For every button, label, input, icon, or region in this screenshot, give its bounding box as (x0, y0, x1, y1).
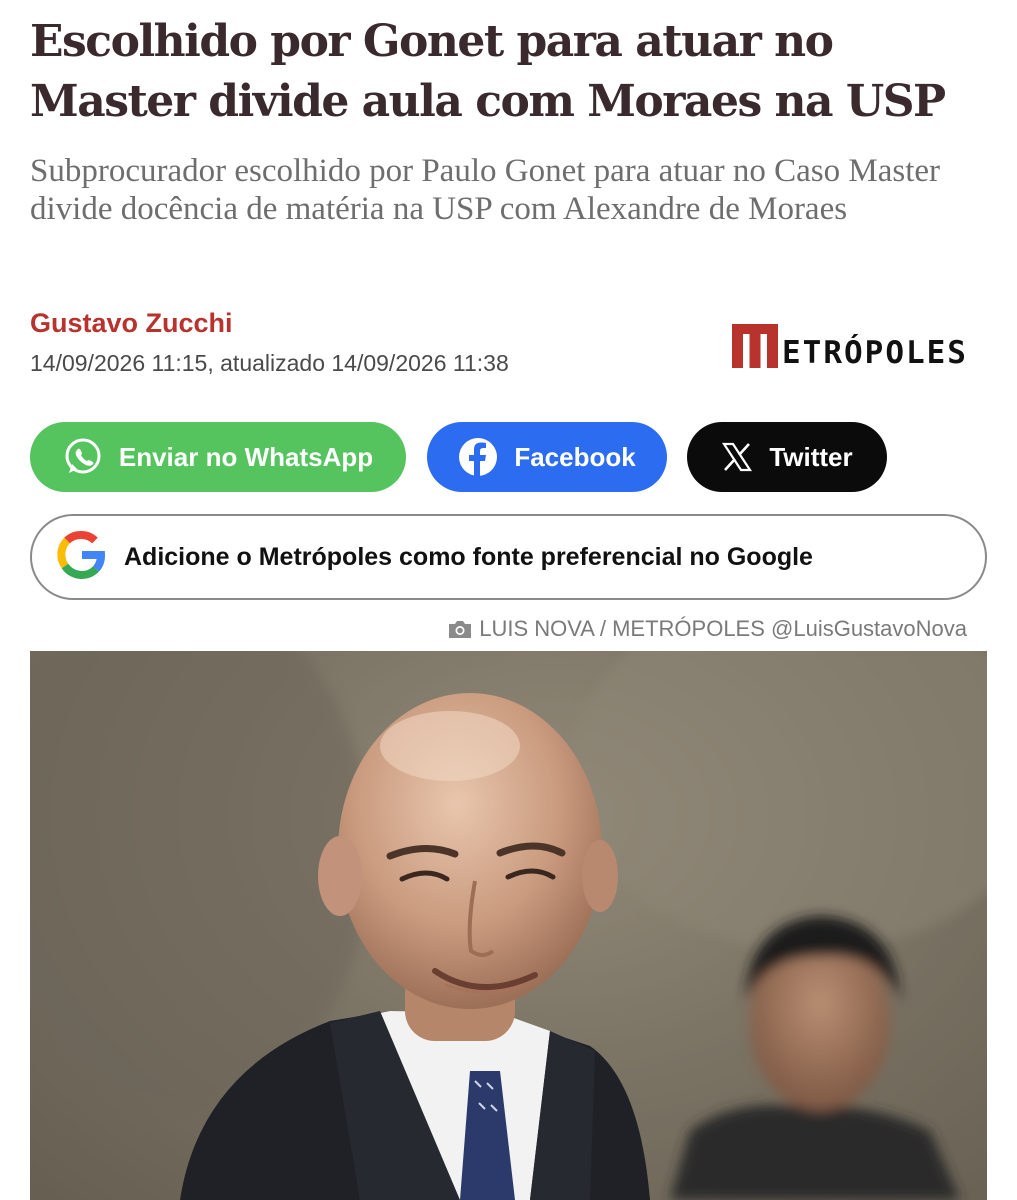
article-photo[interactable] (30, 651, 987, 1200)
metropoles-m-logo (732, 324, 778, 368)
metropoles-wordmark: ETRÓPOLES (782, 335, 968, 371)
share-whatsapp-label: Enviar no WhatsApp (118, 441, 374, 472)
share-facebook-label: Facebook (514, 441, 636, 472)
google-g-icon (54, 528, 108, 587)
photo-credit-text: LUIS NOVA / METRÓPOLES @LuisGustavoNova (479, 616, 967, 641)
camera-icon (447, 618, 473, 640)
author-name[interactable]: Gustavo Zucchi (30, 308, 233, 339)
share-facebook-button[interactable]: Facebook (427, 422, 667, 492)
whatsapp-icon (63, 437, 103, 477)
article-subheadline: Subprocurador escolhido por Paulo Gonet … (30, 153, 941, 227)
publish-dateline: 14/09/2026 11:15, atualizado 14/09/2026 … (30, 350, 509, 376)
x-icon (721, 441, 753, 473)
article-headline: Escolhido por Gonet para atuar no Master… (30, 16, 946, 127)
google-preferred-source-label: Adicione o Metrópoles como fonte prefere… (124, 542, 813, 571)
share-twitter-button[interactable]: Twitter (687, 422, 887, 492)
facebook-icon (458, 437, 498, 477)
metropoles-logo[interactable]: ETRÓPOLES (732, 322, 968, 371)
photo-credit: LUIS NOVA / METRÓPOLES @LuisGustavoNova (447, 616, 967, 642)
google-preferred-source-button[interactable]: Adicione o Metrópoles como fonte prefere… (30, 514, 987, 600)
share-whatsapp-button[interactable]: Enviar no WhatsApp (30, 422, 406, 492)
article-photo-illustration (30, 651, 987, 1200)
share-twitter-label: Twitter (769, 441, 853, 472)
